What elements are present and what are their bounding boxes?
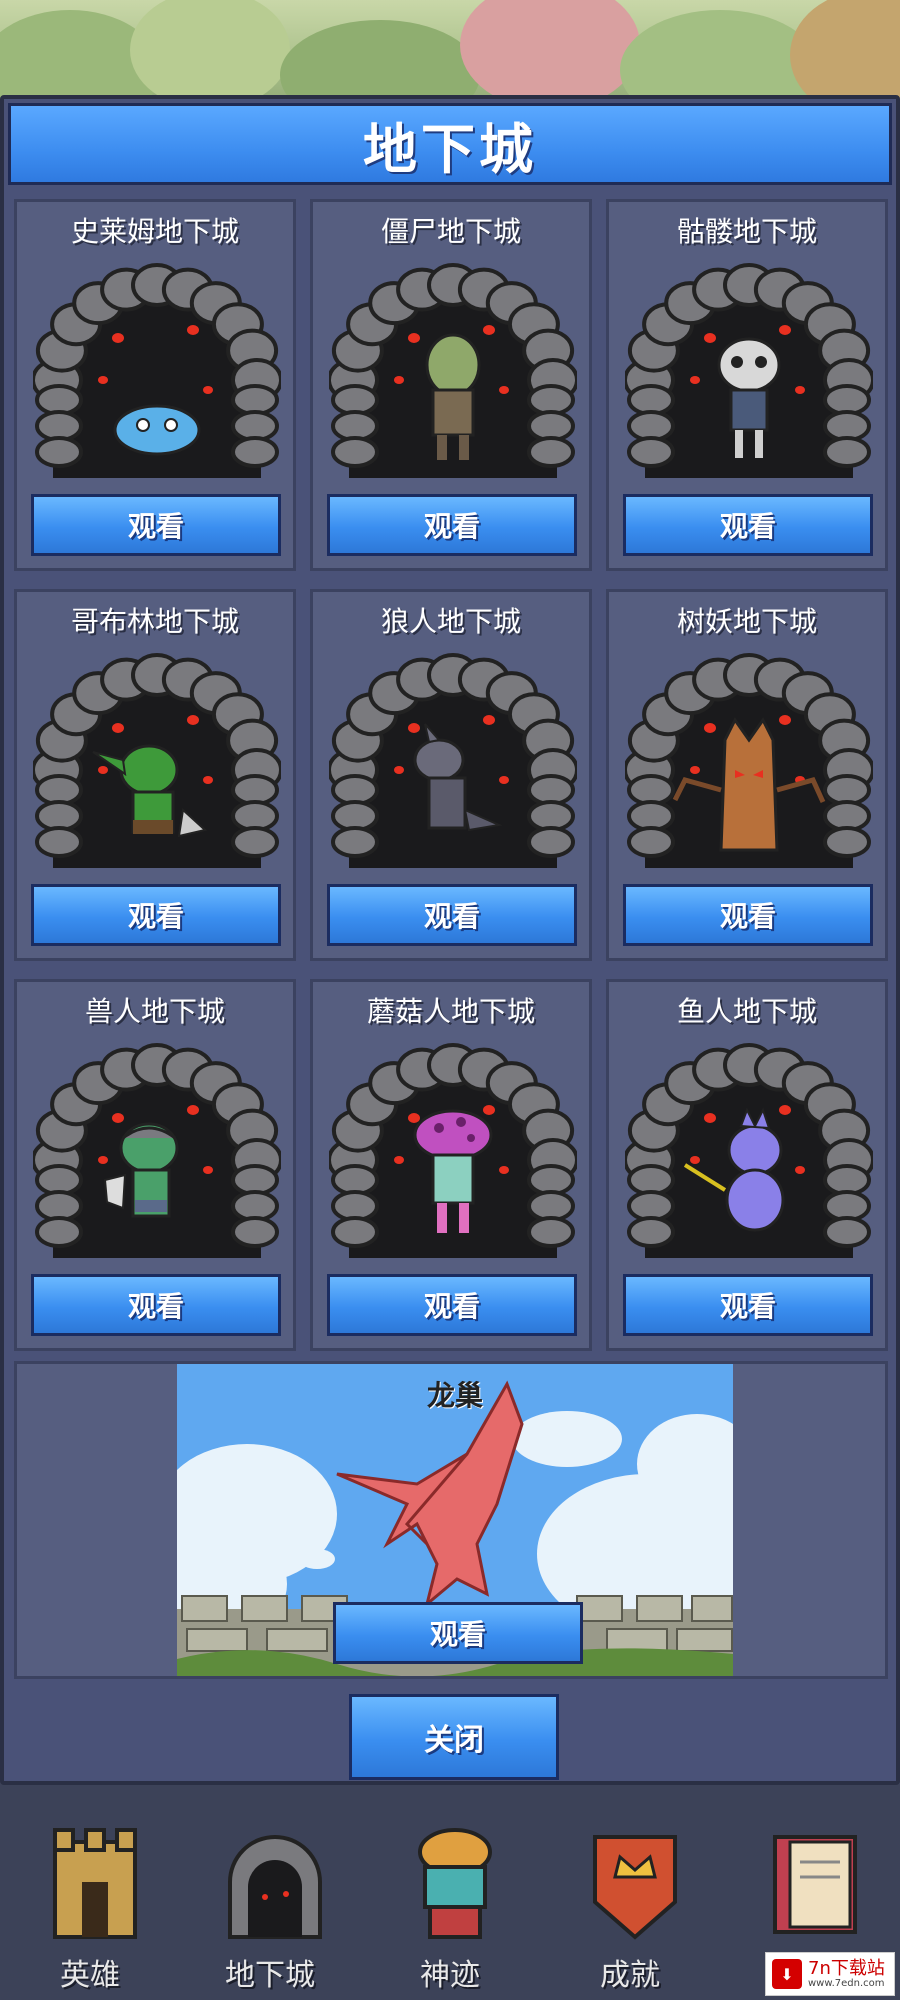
watch-button[interactable]: 观看 <box>623 884 873 946</box>
nav-item-label: 成就 <box>600 1958 660 1993</box>
zombie-cave-icon <box>327 250 579 480</box>
fishman-cave-icon <box>623 1030 875 1260</box>
dungeon-dialog: 地下城 史莱姆地下城 观看 僵尸地下城 观看 骷髅地下城 观看 哥布林地下城 观看 狼人… <box>0 95 900 1785</box>
dungeon-card: 树妖地下城 观看 <box>606 589 888 961</box>
treant-cave-icon <box>623 640 875 870</box>
orc-cave-icon <box>31 1030 283 1260</box>
dungeon-card: 僵尸地下城 观看 <box>310 199 592 571</box>
nav-item[interactable]: 地下城 <box>190 1800 350 2000</box>
watch-button[interactable]: 观看 <box>327 1274 577 1336</box>
goblin-cave-icon <box>31 640 283 870</box>
dungeon-card: 鱼人地下城 观看 <box>606 979 888 1351</box>
dragon-lair-title: 龙巢 <box>426 1379 483 1412</box>
dungeon-title: 蘑菇人地下城 <box>366 995 535 1028</box>
werewolf-cave-icon <box>327 640 579 870</box>
forest-background <box>0 0 900 110</box>
dungeon-title: 哥布林地下城 <box>70 605 239 638</box>
dungeon-title: 树妖地下城 <box>676 605 817 638</box>
dungeon-card: 史莱姆地下城 观看 <box>14 199 296 571</box>
nav-item[interactable]: 神迹 <box>370 1800 530 2000</box>
nav-item-label: 地下城 <box>225 1958 315 1993</box>
watch-button[interactable]: 观看 <box>31 494 281 556</box>
watch-button[interactable]: 观看 <box>623 494 873 556</box>
dungeon-title: 鱼人地下城 <box>676 995 817 1028</box>
slime-cave-icon <box>31 250 283 480</box>
dungeon-card: 骷髅地下城 观看 <box>606 199 888 571</box>
watermark-text: 7n下载站 <box>808 1957 885 1979</box>
nav-item[interactable]: 英雄 <box>10 1800 170 2000</box>
dragon-lair-watch-button[interactable]: 观看 <box>333 1602 583 1664</box>
dungeon-card: 狼人地下城 观看 <box>310 589 592 961</box>
download-icon: ⬇ <box>772 1959 802 1989</box>
dungeon-title: 史莱姆地下城 <box>70 215 239 248</box>
watch-button[interactable]: 观看 <box>623 1274 873 1336</box>
nav-item-label: 英雄 <box>60 1958 120 1993</box>
watch-button[interactable]: 观看 <box>327 884 577 946</box>
castle-tower-icon <box>40 1822 150 1942</box>
dungeon-card: 兽人地下城 观看 <box>14 979 296 1351</box>
dungeon-card: 哥布林地下城 观看 <box>14 589 296 961</box>
dungeon-card: 蘑菇人地下城 观看 <box>310 979 592 1351</box>
mushroom-cave-icon <box>327 1030 579 1260</box>
watermark-sub: www.7edn.com <box>808 1978 885 1990</box>
skeleton-cave-icon <box>623 250 875 480</box>
watch-button[interactable]: 观看 <box>31 1274 281 1336</box>
dragon-lair-card: 龙巢 观看 <box>14 1361 888 1679</box>
totem-icon <box>400 1822 510 1942</box>
dungeon-cave-icon <box>220 1822 330 1942</box>
watch-button[interactable]: 观看 <box>327 494 577 556</box>
dungeon-title: 僵尸地下城 <box>380 215 521 248</box>
dialog-title: 地下城 <box>8 103 892 185</box>
book-icon <box>760 1822 870 1942</box>
dungeon-title: 兽人地下城 <box>84 995 225 1028</box>
nav-item-label: 神迹 <box>420 1958 480 1993</box>
watermark-badge: ⬇ 7n下载站 www.7edn.com <box>765 1952 895 1996</box>
nav-item[interactable]: 成就 <box>550 1800 710 2000</box>
dungeon-title: 骷髅地下城 <box>676 215 817 248</box>
watch-button[interactable]: 观看 <box>31 884 281 946</box>
crown-shield-icon <box>580 1822 690 1942</box>
dungeon-title: 狼人地下城 <box>380 605 521 638</box>
close-button[interactable]: 关闭 <box>349 1694 559 1780</box>
